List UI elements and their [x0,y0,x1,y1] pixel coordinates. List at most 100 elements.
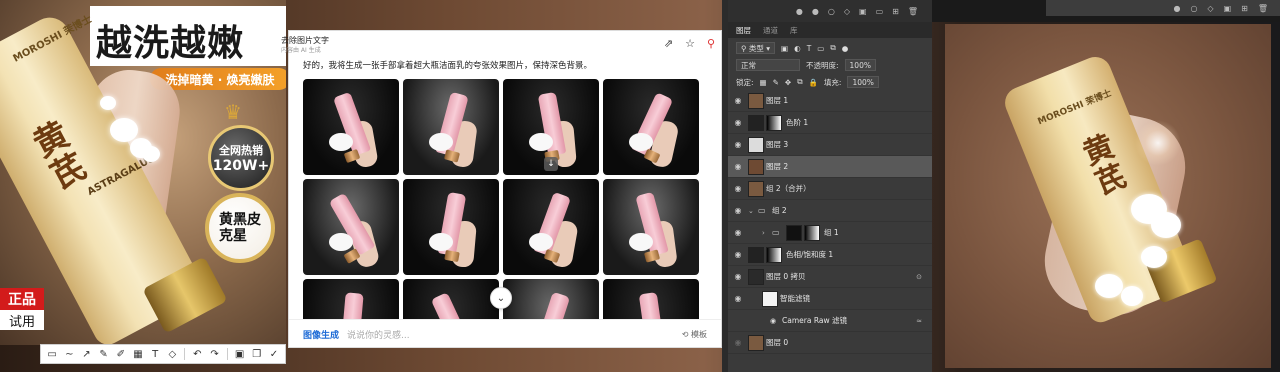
pen-icon[interactable]: ✎ [97,346,111,362]
star-icon[interactable]: ☆ [685,37,695,50]
template-button[interactable]: ⟲ 模板 [682,329,707,340]
lock-pixels-icon[interactable]: ▦ [760,78,767,87]
highlighter-icon[interactable]: ✐ [114,346,128,362]
ps-icon-folder[interactable]: ▭ [876,7,884,16]
eraser-icon[interactable]: ◇ [165,346,179,362]
generated-image[interactable] [303,79,399,175]
rect-select-icon[interactable]: ▭ [45,346,59,362]
tab-layers[interactable]: 图层 [736,25,751,36]
eye-icon[interactable]: ◉ [728,118,748,127]
text-icon[interactable]: T [148,346,162,362]
ps-icon-diamond[interactable]: ◇ [844,7,850,16]
layer-row[interactable]: ◉ 组 2（合并） [728,178,932,200]
ps-icon-dot[interactable]: ● [812,7,819,16]
ps-icon-diamond[interactable]: ◇ [1207,4,1213,13]
opacity-input[interactable]: 100% [844,59,876,71]
arrow-icon[interactable]: ↗ [79,346,93,362]
layer-mask[interactable] [766,246,782,263]
layer-row[interactable]: ◉ 图层 2 [728,156,932,178]
filter-adjust-icon[interactable]: ◐ [794,44,801,53]
filter-text-icon[interactable]: T [807,44,812,53]
photoshop-canvas[interactable]: MOROSHI 茉博士 黄芪 [945,24,1271,368]
eye-icon[interactable]: ◉ [728,272,748,281]
tab-libraries[interactable]: 库 [790,25,798,36]
undo-icon[interactable]: ↶ [190,346,204,362]
ps-icon-square[interactable]: ▣ [859,7,867,16]
generated-image[interactable] [303,179,399,275]
generated-image[interactable] [603,279,699,319]
eye-icon[interactable]: ◉ [728,228,748,237]
trash-icon[interactable]: 🗑 [1258,4,1268,13]
chat-input-field[interactable]: 说说你的灵感... [347,328,674,341]
layer-mask[interactable] [804,224,820,241]
download-icon[interactable]: ↓ [544,157,558,171]
ps-icon-add[interactable]: ⊞ [892,7,899,16]
pin-icon[interactable]: ⚲ [707,37,715,50]
chevron-right-icon[interactable]: › [762,229,772,237]
lock-paint-icon[interactable]: ✎ [773,78,779,87]
blend-mode-select[interactable]: 正常 [736,59,800,71]
eye-icon[interactable]: ◉ [728,250,748,259]
share-icon[interactable]: ⇗ [664,37,673,50]
generated-image[interactable] [503,179,599,275]
filter-shape-icon[interactable]: ▭ [817,44,824,53]
ps-icon-add[interactable]: ⊞ [1241,4,1248,13]
generated-image[interactable] [403,279,499,319]
smart-object-icon[interactable]: ⊙ [916,273,922,281]
scroll-down-button[interactable]: ⌄ [490,287,512,309]
layer-row[interactable]: ◉ › ▭ 组 1 [728,222,932,244]
generated-image[interactable] [503,279,599,319]
layer-mask[interactable] [766,114,782,131]
chat-header: 去除图片文字 内容由 AI 生成 ⇗ ☆ ⚲ [281,31,721,55]
ps-blend-row: 正常 不透明度: 100% [728,57,932,73]
generated-image[interactable]: ↓ [503,79,599,175]
layer-row[interactable]: ◉ 图层 0 拷贝 ⊙ [728,266,932,288]
layer-row[interactable]: ◉ 色阶 1 [728,112,932,134]
toolbar-divider [184,348,186,360]
lock-move-icon[interactable]: ✥ [785,78,791,87]
eye-icon[interactable]: ◉ [770,317,782,325]
layer-row[interactable]: ◉ 图层 3 [728,134,932,156]
fill-input[interactable]: 100% [847,76,879,88]
filter-pixel-icon[interactable]: ▣ [781,44,788,53]
layer-row[interactable]: ◉ 色相/饱和度 1 [728,244,932,266]
filter-smart-icon[interactable]: ⧉ [830,43,835,53]
layer-row[interactable]: ◉ 图层 1 [728,90,932,112]
mosaic-icon[interactable]: ▦ [131,346,145,362]
generated-image[interactable] [403,179,499,275]
filter-toggle-icon[interactable]: ● [842,44,849,53]
eye-icon[interactable]: ◉ [728,294,748,303]
layer-filter-select[interactable]: ⚲ 类型 ▾ [736,42,776,54]
generated-image[interactable] [603,79,699,175]
generated-image[interactable] [303,279,399,319]
eye-icon[interactable]: ◉ [728,140,748,149]
eye-icon[interactable]: ◉ [728,96,748,105]
tab-channels[interactable]: 通道 [763,25,778,36]
ps-icon-circle[interactable]: ○ [1190,4,1197,13]
eye-icon[interactable]: ◉ [728,206,748,215]
eye-icon[interactable]: ◉ [728,184,748,193]
copy-icon[interactable]: ❐ [250,346,264,362]
ps-icon-dot[interactable]: ● [1173,4,1180,13]
filter-options-icon[interactable]: ≈ [916,317,922,325]
layer-row[interactable]: ◉ 智能滤镜 [728,288,932,310]
layer-row[interactable]: ◉ ⌄ ▭ 组 2 [728,200,932,222]
image-generation-mode[interactable]: 图像生成 [303,328,339,341]
redo-icon[interactable]: ↷ [207,346,221,362]
lock-artboard-icon[interactable]: ⧉ [797,77,802,87]
eye-icon[interactable]: ◉ [728,338,748,347]
line-icon[interactable]: ∼ [62,346,76,362]
chevron-down-icon[interactable]: ⌄ [748,207,758,215]
save-icon[interactable]: ▣ [233,346,247,362]
generated-image[interactable] [403,79,499,175]
trash-icon[interactable]: 🗑 [908,7,918,16]
layer-row[interactable]: ◉ 图层 0 [728,332,932,354]
ps-icon-square[interactable]: ▣ [1224,4,1232,13]
lock-all-icon[interactable]: 🔒 [809,78,818,87]
eye-icon[interactable]: ◉ [728,162,748,171]
ps-icon-circle[interactable]: ○ [828,7,835,16]
done-icon[interactable]: ✓ [267,346,281,362]
generated-image[interactable] [603,179,699,275]
layer-row[interactable]: ◉ Camera Raw 滤镜 ≈ [728,310,932,332]
ps-icon-dot[interactable]: ● [796,7,803,16]
